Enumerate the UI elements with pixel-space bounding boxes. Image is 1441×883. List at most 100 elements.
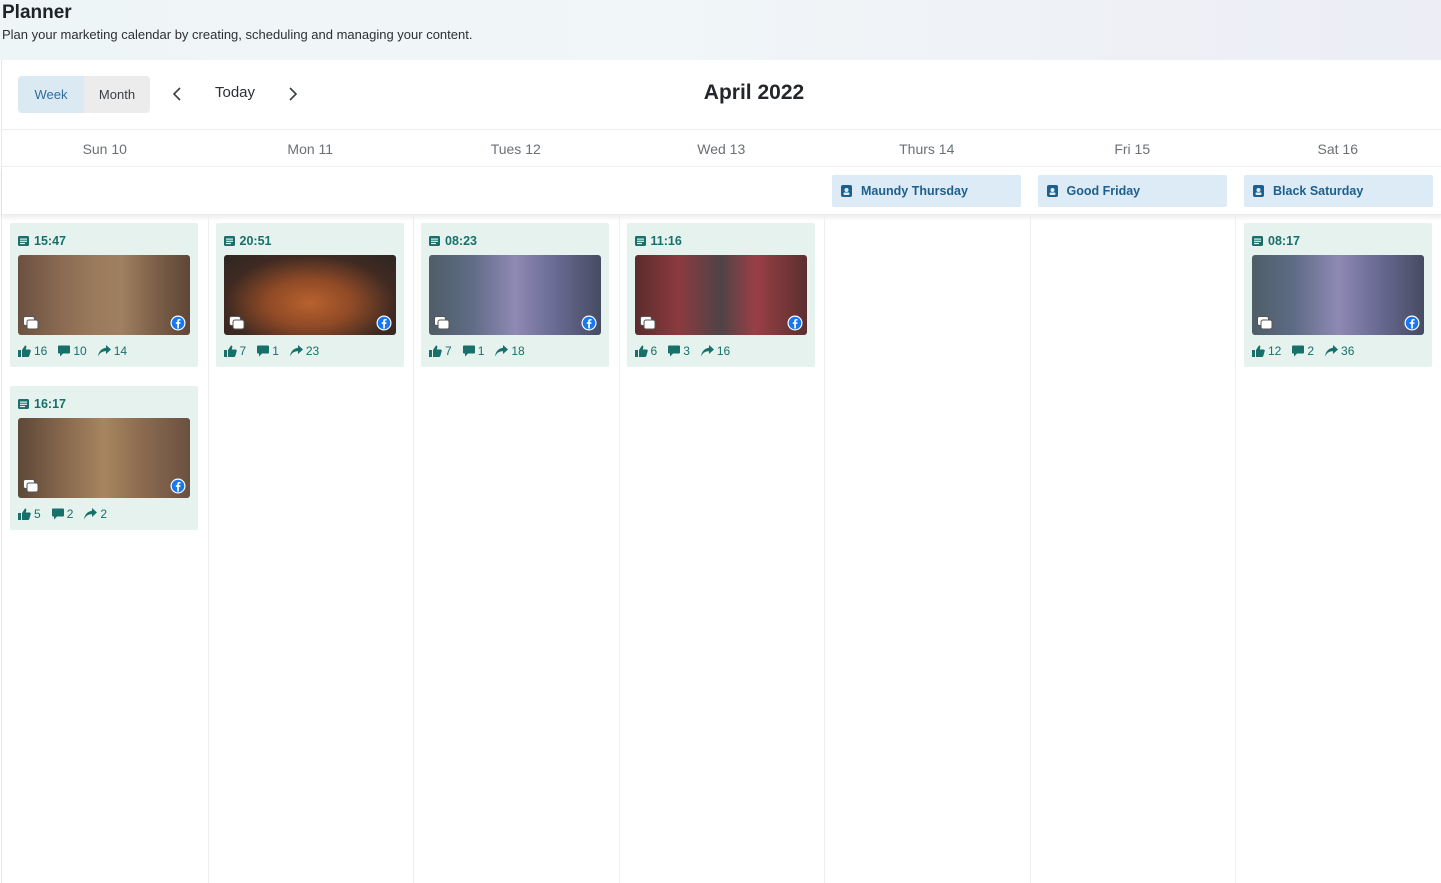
post-time: 16:17 <box>18 396 66 412</box>
holiday-event[interactable]: Black Saturday <box>1244 175 1433 207</box>
comments-count: 1 <box>462 344 485 358</box>
like-icon <box>1252 345 1265 357</box>
comment-icon <box>668 345 681 357</box>
thumbnail-image <box>18 418 190 498</box>
shares-count: 2 <box>84 507 107 521</box>
multiple-media-icon <box>1257 316 1273 330</box>
comments-count: 10 <box>58 344 87 358</box>
column-divider <box>207 216 209 883</box>
comment-icon <box>58 345 71 357</box>
comment-icon <box>51 508 64 520</box>
column-divider <box>824 216 825 883</box>
next-week-button[interactable] <box>283 84 303 104</box>
day-header: Wed 13 <box>697 140 746 157</box>
post-time-label: 15:47 <box>34 234 66 248</box>
post-thumbnail[interactable] <box>634 255 807 335</box>
post-stats: 7 1 18 <box>429 344 536 358</box>
post-type-icon <box>1252 236 1263 246</box>
post-thumbnail[interactable] <box>223 255 396 335</box>
facebook-icon <box>376 315 391 331</box>
shares-value: 2 <box>100 507 108 521</box>
post-time: 15:47 <box>18 233 66 249</box>
comments-value: 3 <box>683 344 690 358</box>
comments-count: 2 <box>1292 344 1314 358</box>
comment-icon <box>462 345 475 357</box>
likes-count: 5 <box>18 507 41 521</box>
week-view-button[interactable]: Week <box>18 76 84 113</box>
month-title: April 2022 <box>703 81 805 104</box>
calendar-event-icon <box>841 185 852 197</box>
post-type-icon <box>18 236 29 246</box>
scheduled-post[interactable]: 08:17 12 2 36 <box>1244 223 1432 367</box>
scheduled-post[interactable]: 11:16 6 3 16 <box>626 223 815 367</box>
post-time: 20:51 <box>223 233 271 249</box>
event-label: Maundy Thursday <box>861 184 968 198</box>
post-stats: 7 1 23 <box>223 344 331 358</box>
share-icon <box>700 345 714 357</box>
shares-value: 14 <box>113 344 128 358</box>
day-header-row: Sun 10 Mon 11 Tues 12 Wed 13 Thurs 14 Fri 15 S… <box>2 130 1441 167</box>
like-icon <box>429 345 442 357</box>
post-time-label: 16:17 <box>34 397 66 411</box>
scheduled-post[interactable]: 08:23 7 1 18 <box>421 223 609 367</box>
holiday-event[interactable]: Good Friday <box>1037 175 1227 207</box>
shares-value: 16 <box>716 344 731 358</box>
page-subtitle: Plan your marketing calendar by creating… <box>2 27 473 42</box>
post-thumbnail[interactable] <box>18 255 190 335</box>
share-icon <box>1325 345 1339 357</box>
scheduled-post[interactable]: 15:47 16 10 14 <box>10 223 198 367</box>
shares-value: 18 <box>511 344 525 358</box>
comment-icon <box>257 345 270 357</box>
today-button[interactable]: Today <box>202 84 268 104</box>
share-icon <box>289 345 303 357</box>
comments-count: 3 <box>668 344 690 358</box>
likes-count: 7 <box>223 344 247 358</box>
post-type-icon <box>429 236 440 246</box>
shares-value: 23 <box>305 344 320 358</box>
multiple-media-icon <box>23 479 39 493</box>
likes-value: 16 <box>34 344 48 358</box>
share-icon <box>495 345 509 357</box>
post-stats: 12 2 36 <box>1252 344 1365 358</box>
day-header: Sun 10 <box>82 140 127 157</box>
multiple-media-icon <box>23 316 39 330</box>
holiday-event[interactable]: Maundy Thursday <box>832 175 1021 207</box>
scheduled-post[interactable]: 20:51 7 1 23 <box>215 223 404 367</box>
day-header: Thurs 14 <box>899 140 955 157</box>
post-time: 08:23 <box>429 233 477 249</box>
post-thumbnail[interactable] <box>1252 255 1424 335</box>
facebook-icon <box>1404 315 1420 331</box>
post-thumbnail[interactable] <box>429 255 601 335</box>
likes-count: 7 <box>429 344 452 358</box>
post-type-icon <box>223 236 235 246</box>
shares-value: 36 <box>1341 344 1355 358</box>
scheduled-post[interactable]: 16:17 5 2 2 <box>10 386 198 530</box>
calendar-event-icon <box>1046 185 1058 197</box>
month-view-button[interactable]: Month <box>84 76 150 113</box>
planner-calendar: Week Month Today April 2022 Sun 10 Mon 11… <box>1 60 1441 883</box>
page-header: Planner Plan your marketing calendar by … <box>0 0 1441 60</box>
shares-count: 18 <box>495 344 525 358</box>
chevron-left-icon <box>172 87 181 101</box>
facebook-icon <box>581 315 597 331</box>
likes-value: 6 <box>650 344 658 358</box>
likes-count: 6 <box>634 344 658 358</box>
previous-week-button[interactable] <box>167 84 187 104</box>
share-icon <box>97 345 111 357</box>
post-stats: 6 3 16 <box>634 344 742 358</box>
multiple-media-icon <box>228 316 244 330</box>
calendar-toolbar: Week Month Today April 2022 <box>2 60 1441 130</box>
post-thumbnail[interactable] <box>18 418 190 498</box>
likes-value: 7 <box>239 344 247 358</box>
like-icon <box>634 345 648 357</box>
shares-count: 16 <box>700 344 731 358</box>
thumbnail-image <box>1252 255 1424 335</box>
likes-count: 12 <box>1252 344 1281 358</box>
multiple-media-icon <box>434 316 450 330</box>
comments-value: 1 <box>477 344 485 358</box>
post-time-label: 08:17 <box>1268 234 1300 248</box>
post-time: 11:16 <box>634 233 682 249</box>
post-stats: 5 2 2 <box>18 507 118 521</box>
post-type-icon <box>18 399 29 409</box>
post-time: 08:17 <box>1252 233 1300 249</box>
